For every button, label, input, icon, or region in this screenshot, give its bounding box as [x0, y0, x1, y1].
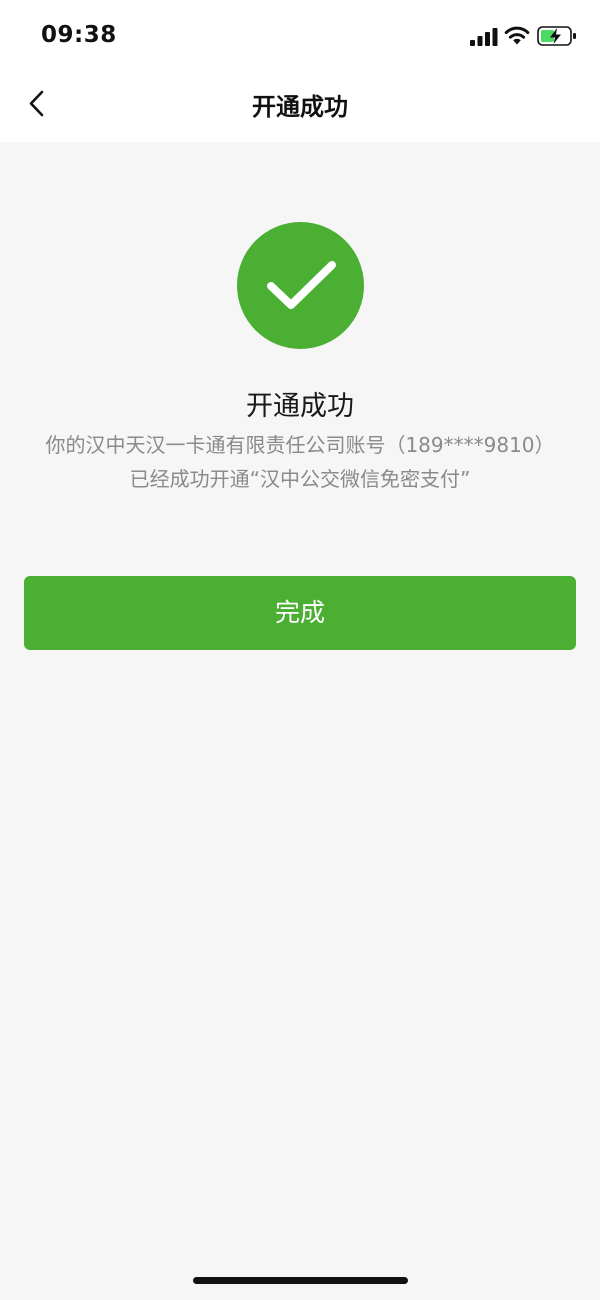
navigation-bar: 开通成功 — [0, 72, 600, 142]
status-time: 09:38 — [41, 22, 117, 48]
signal-bars-icon — [470, 28, 498, 46]
result-description: 你的汉中天汉一卡通有限责任公司账号（189****9810）已经成功开通“汉中公… — [45, 433, 555, 491]
header-area: 09:38 开通成功 — [0, 0, 600, 142]
home-indicator[interactable] — [193, 1277, 408, 1284]
result-title: 开通成功 — [246, 391, 354, 422]
status-bar: 09:38 — [0, 0, 600, 72]
wifi-icon — [504, 26, 530, 45]
checkmark-circle-icon — [237, 222, 364, 349]
page-title: 开通成功 — [252, 93, 348, 121]
checkmark-icon — [267, 261, 336, 309]
battery-charging-icon — [537, 26, 576, 46]
done-button[interactable]: 完成 — [24, 576, 576, 650]
